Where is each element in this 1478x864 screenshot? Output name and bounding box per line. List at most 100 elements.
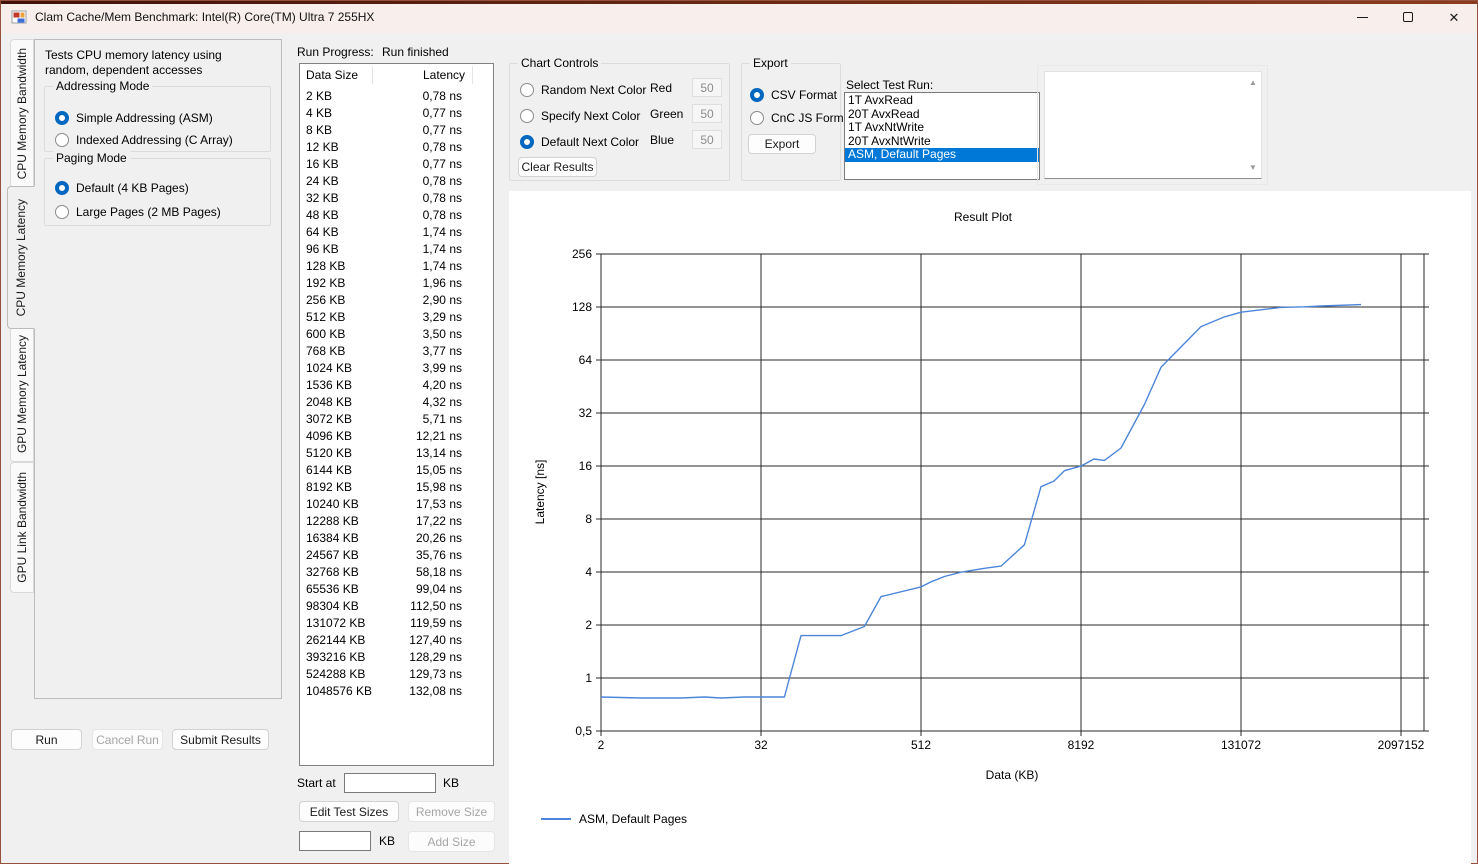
remove-size-button[interactable]: Remove Size [408, 801, 495, 822]
table-row[interactable]: 8192 KB 15,98 ns [300, 479, 493, 496]
export-output-scrollbar[interactable]: ▲ ▼ [1245, 72, 1261, 177]
table-row[interactable]: 32768 KB 58,18 ns [300, 564, 493, 581]
table-row[interactable]: 16 KB 0,77 ns [300, 156, 493, 173]
table-row[interactable]: 524288 KB 129,73 ns [300, 666, 493, 683]
radio-label: Simple Addressing (ASM) [76, 111, 213, 125]
radio-random-next-color[interactable]: Random Next Color [520, 82, 646, 98]
test-run-item-20t-avxntwrite[interactable]: 20T AvxNtWrite [845, 134, 1039, 149]
tab-gpu-link-bandwidth[interactable]: GPU Link Bandwidth [10, 462, 34, 593]
maximize-button[interactable] [1385, 1, 1431, 33]
table-row[interactable]: 262144 KB 127,40 ns [300, 632, 493, 649]
tab-cpu-memory-bandwidth[interactable]: CPU Memory Bandwidth [10, 39, 34, 188]
radio-cnc-js-format[interactable]: CnC JS Format [750, 110, 854, 126]
table-row[interactable]: 96 KB 1,74 ns [300, 241, 493, 258]
cell-data-size: 128 KB [306, 259, 346, 273]
column-header-data-size[interactable]: Data Size [306, 68, 358, 82]
x-axis-label: Data (KB) [986, 768, 1039, 782]
scroll-up-icon[interactable]: ▲ [1245, 74, 1261, 90]
table-row[interactable]: 2 KB 0,78 ns [300, 88, 493, 105]
color-red-label: Red [650, 81, 673, 95]
cell-latency: 4,32 ns [422, 395, 462, 409]
run-button[interactable]: Run [11, 729, 82, 750]
radio-csv-format[interactable]: CSV Format [750, 87, 837, 103]
cell-latency: 0,77 ns [422, 157, 462, 171]
table-row[interactable]: 24 KB 0,78 ns [300, 173, 493, 190]
table-row[interactable]: 768 KB 3,77 ns [300, 343, 493, 360]
table-row[interactable]: 65536 KB 99,04 ns [300, 581, 493, 598]
radio-simple-addressing-asm[interactable]: Simple Addressing (ASM) [55, 110, 213, 126]
radio-default-4-kb-pages[interactable]: Default (4 KB Pages) [55, 180, 189, 196]
table-row[interactable]: 192 KB 1,96 ns [300, 275, 493, 292]
test-run-item-20t-avxread[interactable]: 20T AvxRead [845, 107, 1039, 122]
chart-controls-group: Chart Controls Random Next Color Specify … [509, 56, 730, 181]
table-row[interactable]: 4 KB 0,77 ns [300, 105, 493, 122]
tab-cpu-memory-latency[interactable]: CPU Memory Latency [7, 186, 35, 329]
radio-indexed-addressing-c-array[interactable]: Indexed Addressing (C Array) [55, 132, 233, 148]
cell-latency: 1,74 ns [422, 259, 462, 273]
maximize-icon [1403, 12, 1413, 22]
table-row[interactable]: 1024 KB 3,99 ns [300, 360, 493, 377]
export-button[interactable]: Export [748, 134, 816, 154]
cancel-run-button[interactable]: Cancel Run [92, 729, 163, 750]
edit-test-sizes-button[interactable]: Edit Test Sizes [299, 801, 399, 822]
radio-unselected-icon [55, 133, 69, 147]
table-row[interactable]: 5120 KB 13,14 ns [300, 445, 493, 462]
color-blue-input[interactable] [692, 130, 722, 149]
table-row[interactable]: 1048576 KB 132,08 ns [300, 683, 493, 700]
table-row[interactable]: 24567 KB 35,76 ns [300, 547, 493, 564]
color-green-input[interactable] [692, 104, 722, 123]
table-row[interactable]: 128 KB 1,74 ns [300, 258, 493, 275]
table-row[interactable]: 98304 KB 112,50 ns [300, 598, 493, 615]
table-row[interactable]: 10240 KB 17,53 ns [300, 496, 493, 513]
table-row[interactable]: 256 KB 2,90 ns [300, 292, 493, 309]
cell-data-size: 1024 KB [306, 361, 353, 375]
paging-mode-group: Paging Mode Default (4 KB Pages) Large Pa… [44, 151, 271, 226]
radio-specify-next-color[interactable]: Specify Next Color [520, 108, 640, 124]
cell-data-size: 192 KB [306, 276, 346, 290]
clear-results-button[interactable]: Clear Results [518, 157, 597, 177]
radio-selected-icon [520, 135, 534, 149]
table-row[interactable]: 16384 KB 20,26 ns [300, 530, 493, 547]
cell-data-size: 24 KB [306, 174, 339, 188]
minimize-button[interactable] [1339, 1, 1385, 33]
table-row[interactable]: 12288 KB 17,22 ns [300, 513, 493, 530]
y-axis-label: Latency [ns] [533, 460, 547, 525]
table-row[interactable]: 1536 KB 4,20 ns [300, 377, 493, 394]
test-run-item-asm-default-pages[interactable]: ASM, Default Pages [845, 148, 1039, 162]
y-tick-label: 8 [585, 512, 592, 526]
start-at-input[interactable] [344, 773, 436, 793]
y-tick-label: 32 [579, 406, 593, 420]
table-row[interactable]: 64 KB 1,74 ns [300, 224, 493, 241]
table-row[interactable]: 12 KB 0,78 ns [300, 139, 493, 156]
table-row[interactable]: 4096 KB 12,21 ns [300, 428, 493, 445]
results-table[interactable]: Data Size Latency 2 KB 0,78 ns 4 KB 0,77 ns… [299, 63, 494, 766]
table-row[interactable]: 2048 KB 4,32 ns [300, 394, 493, 411]
radio-label: Default Next Color [541, 135, 640, 149]
cell-data-size: 32768 KB [306, 565, 359, 579]
radio-large-pages-2-mb-pages[interactable]: Large Pages (2 MB Pages) [55, 204, 221, 220]
color-red-input[interactable] [692, 78, 722, 97]
radio-default-next-color[interactable]: Default Next Color [520, 134, 639, 150]
tab-gpu-memory-latency[interactable]: GPU Memory Latency [10, 327, 34, 462]
export-output-box[interactable]: ▲ ▼ [1044, 71, 1262, 179]
table-row[interactable]: 393216 KB 128,29 ns [300, 649, 493, 666]
table-row[interactable]: 32 KB 0,78 ns [300, 190, 493, 207]
test-run-listbox[interactable]: 1T AvxRead 20T AvxRead 1T AvxNtWrite 20T Av… [844, 92, 1040, 180]
window-top-border [1, 1, 1477, 4]
column-header-latency[interactable]: Latency [423, 68, 465, 82]
add-size-button[interactable]: Add Size [408, 831, 495, 852]
cell-latency: 3,99 ns [422, 361, 462, 375]
table-row[interactable]: 8 KB 0,77 ns [300, 122, 493, 139]
table-row[interactable]: 600 KB 3,50 ns [300, 326, 493, 343]
test-run-item-1t-avxread[interactable]: 1T AvxRead [845, 94, 1039, 108]
table-row[interactable]: 512 KB 3,29 ns [300, 309, 493, 326]
table-row[interactable]: 3072 KB 5,71 ns [300, 411, 493, 428]
close-button[interactable]: ✕ [1431, 1, 1477, 33]
test-run-item-1t-avxntwrite[interactable]: 1T AvxNtWrite [845, 121, 1039, 135]
table-row[interactable]: 48 KB 0,78 ns [300, 207, 493, 224]
submit-results-button[interactable]: Submit Results [172, 729, 269, 750]
add-size-input[interactable] [299, 831, 371, 851]
scroll-down-icon[interactable]: ▼ [1245, 159, 1261, 175]
table-row[interactable]: 131072 KB 119,59 ns [300, 615, 493, 632]
table-row[interactable]: 6144 KB 15,05 ns [300, 462, 493, 479]
